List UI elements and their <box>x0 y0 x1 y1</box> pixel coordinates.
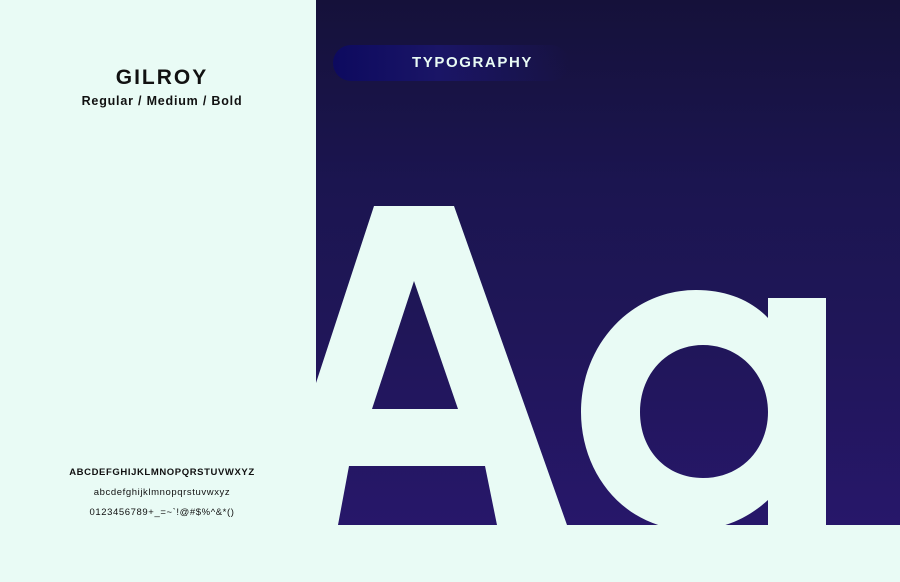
charset-digits-symbols: 0123456789+_=~`!@#$%^&*() <box>89 507 235 518</box>
typography-badge-label: TYPOGRAPHY <box>411 54 533 71</box>
glyph-capital-a <box>316 206 567 525</box>
glyph-lowercase-a <box>581 290 826 525</box>
font-weights: Regular / Medium / Bold <box>81 94 243 108</box>
font-name: GILROY <box>115 66 209 89</box>
charset-uppercase: ABCDEFGHIJKLMNOPQRSTUVWXYZ <box>69 467 255 478</box>
charset-lowercase: abcdefghijklmnopqrstuvwxyz <box>93 487 231 498</box>
bottom-strip <box>316 525 900 582</box>
